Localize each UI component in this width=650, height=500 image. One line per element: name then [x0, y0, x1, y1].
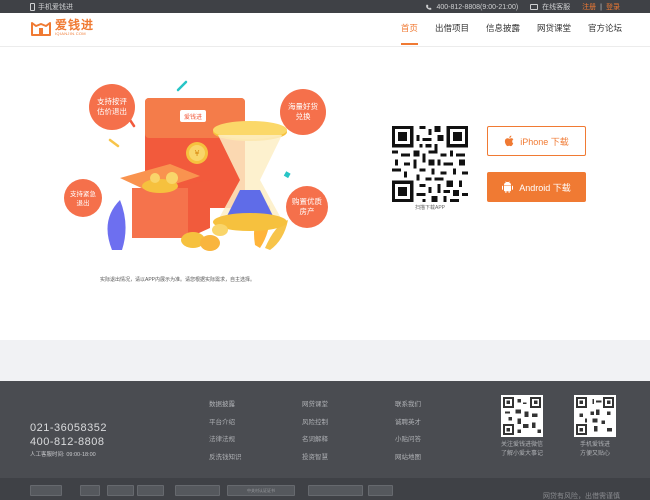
- certification-badge[interactable]: [137, 485, 164, 496]
- exit-disclaimer: 实际退出情况，请以APP内展示为准。请您根据实际需求，自主选择。: [100, 277, 256, 283]
- footer-link[interactable]: 联系我们: [395, 396, 421, 414]
- android-download-button[interactable]: Android 下载: [487, 172, 586, 202]
- telephone-icon: [426, 4, 432, 10]
- mobile-app-qr-caption: 手机爱钱进 方便又贴心: [579, 442, 610, 457]
- certification-badge[interactable]: [107, 485, 134, 496]
- mobile-app-label: 手机爱钱进: [38, 4, 73, 11]
- svg-text:¥: ¥: [194, 149, 199, 158]
- login-link[interactable]: 登录: [606, 2, 620, 12]
- svg-text:支持按评: 支持按评: [97, 96, 127, 106]
- bubble-emergency-exit: 支持紧急 退出: [64, 179, 102, 217]
- site-logo[interactable]: 爱钱进 IQIANJIN.COM: [30, 19, 94, 37]
- top-bar: 手机爱钱进 400-812-8808(9:00-21:00) 在线客服 注册 |…: [0, 0, 650, 13]
- zhongguancun-certificate-badge[interactable]: 中关村认证证书: [227, 485, 295, 496]
- footer-service-hours: 人工客服时间: 09:00-18:00: [30, 452, 96, 458]
- certification-badge[interactable]: [175, 485, 220, 496]
- bubble-estimate-exit: 支持按评 估价退出: [89, 84, 135, 130]
- footer-link[interactable]: 网贷课堂: [302, 396, 328, 414]
- footer-link[interactable]: 风险控制: [302, 414, 328, 432]
- cat-logo-icon: [31, 22, 51, 36]
- mobile-app-qr-code: [574, 395, 616, 437]
- android-download-label: Android 下载: [519, 182, 571, 193]
- footer-contact: 021-36058352 400-812-8808 人工客服时间: 09:00-…: [30, 421, 107, 458]
- footer-phone-hotline: 400-812-8808: [30, 436, 105, 448]
- footer-link[interactable]: 投资智慧: [302, 449, 328, 467]
- iphone-download-label: iPhone 下载: [520, 136, 569, 147]
- footer-link[interactable]: 小贴问答: [395, 431, 421, 449]
- certification-badge[interactable]: [368, 485, 393, 496]
- footer-link[interactable]: 网站地图: [395, 449, 421, 467]
- chat-icon: [530, 4, 539, 10]
- footer-link[interactable]: 诚聘英才: [395, 414, 421, 432]
- footer-link[interactable]: 平台介绍: [209, 414, 242, 432]
- svg-text:海量好货: 海量好货: [288, 101, 318, 111]
- apple-icon: [505, 135, 514, 147]
- svg-text:房产: 房产: [300, 206, 315, 216]
- footer-link[interactable]: 数据披露: [209, 396, 242, 414]
- svg-text:兑换: 兑换: [296, 111, 311, 121]
- nav-loan-class[interactable]: 网贷课堂: [537, 22, 571, 41]
- app-download-qr-code: [392, 126, 468, 202]
- footer-link[interactable]: 名词解释: [302, 431, 328, 449]
- footer-link[interactable]: 法律法规: [209, 431, 242, 449]
- qr-caption: 扫描下载APP: [414, 205, 445, 211]
- android-icon: [502, 181, 514, 193]
- nav-lending-projects[interactable]: 出借项目: [435, 22, 469, 41]
- footer-links-col3: 联系我们 诚聘英才 小贴问答 网站地图: [395, 396, 421, 466]
- mobile-app-link[interactable]: 手机爱钱进: [30, 2, 73, 12]
- certification-badge[interactable]: [80, 485, 100, 496]
- svg-text:支持紧急: 支持紧急: [70, 189, 97, 198]
- topbar-divider: |: [600, 3, 602, 11]
- hotline-text: 400-812-8808(9:00-21:00): [436, 3, 519, 11]
- wechat-qr-code: [501, 395, 543, 437]
- footer-links-col1: 数据披露 平台介绍 法律法规 反洗钱知识: [209, 396, 242, 466]
- certification-badge[interactable]: [308, 485, 363, 496]
- iphone-download-button[interactable]: iPhone 下载: [487, 126, 586, 156]
- nav-disclosure[interactable]: 信息披露: [486, 22, 520, 41]
- logo-name: 爱钱进: [55, 18, 95, 32]
- footer-link[interactable]: 反洗钱知识: [209, 449, 242, 467]
- bubble-goods-exchange: 海量好货 兑换: [280, 89, 326, 135]
- svg-text:购置优质: 购置优质: [292, 196, 322, 206]
- online-service-link[interactable]: 在线客服: [542, 2, 570, 12]
- svg-text:退出: 退出: [77, 198, 90, 207]
- bubble-property: 购置优质 房产: [286, 186, 328, 228]
- wechat-qr-caption: 关注爱钱进微信 了解小爱大事记: [500, 442, 543, 457]
- certification-badge[interactable]: [30, 485, 62, 496]
- envelope-logo: 爱钱进: [184, 113, 202, 121]
- register-link[interactable]: 注册: [582, 2, 596, 12]
- site-footer: 021-36058352 400-812-8808 人工客服时间: 09:00-…: [0, 381, 650, 500]
- main-nav: 首页 出借项目 信息披露 网贷课堂 官方论坛: [384, 22, 622, 45]
- footer-phone-shanghai: 021-36058352: [30, 422, 107, 434]
- nav-forum[interactable]: 官方论坛: [588, 22, 622, 41]
- app-promo-illustration: 爱钱进 ¥ 支持按评 估价退出 海量好货 兑换 支持紧急 退出 购置优质 房产: [64, 80, 328, 251]
- site-header: 爱钱进 IQIANJIN.COM 首页 出借项目 信息披露 网贷课堂 官方论坛: [0, 13, 650, 47]
- footer-links-col2: 网贷课堂 风险控制 名词解释 投资智慧: [302, 396, 328, 466]
- svg-text:估价退出: 估价退出: [97, 106, 127, 116]
- risk-warning: 网贷有风险，出借需谨慎: [543, 493, 620, 500]
- section-divider-band: [0, 340, 650, 381]
- mobile-phone-icon: [30, 3, 35, 11]
- nav-home[interactable]: 首页: [400, 22, 418, 45]
